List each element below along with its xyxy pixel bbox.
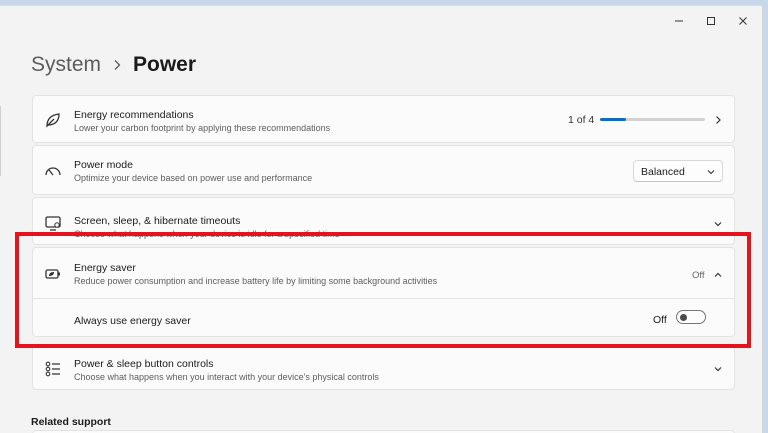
chevron-down-icon [706,167,716,177]
chevron-down-icon [713,364,723,374]
speedometer-icon [44,162,62,180]
close-button[interactable] [728,10,758,32]
energy-recommendations-card[interactable]: Energy recommendations Lower your carbon… [32,95,735,143]
minimize-button[interactable] [664,10,694,32]
close-icon [739,17,747,25]
energy-saver-status: Off [692,270,705,281]
energy-saver-title: Energy saver [74,262,136,274]
energy-saver-description: Reduce power consumption and increase ba… [74,276,438,286]
power-mode-selected: Balanced [641,166,685,178]
power-buttons-title: Power & sleep button controls [74,358,214,370]
recommendations-progress-fill [600,118,627,121]
energy-recommendations-description: Lower your carbon footprint by applying … [74,123,331,133]
recommendations-progress-bar [600,118,705,121]
page-title: Power [133,53,197,76]
always-use-energy-saver-label: Always use energy saver [74,315,191,327]
screen-sleep-description: Choose what happens when your device is … [74,229,340,239]
list-controls-icon [44,360,62,378]
monitor-sleep-icon [44,214,62,232]
nav-pane-edge [0,106,4,176]
toggle-status-text: Off [653,314,667,326]
screen-sleep-title: Screen, sleep, & hibernate timeouts [74,215,241,227]
breadcrumb-separator-icon [113,59,121,71]
chevron-down-icon [713,219,723,229]
maximize-button[interactable] [696,10,726,32]
energy-recommendations-title: Energy recommendations [74,109,194,121]
power-mode-title: Power mode [74,159,133,171]
breadcrumb: System Power [31,50,196,80]
power-buttons-card[interactable]: Power & sleep button controls Choose wha… [32,346,735,390]
power-mode-description: Optimize your device based on power use … [74,173,313,183]
breadcrumb-system[interactable]: System [31,53,101,77]
maximize-icon [707,17,715,25]
toggle-knob [680,313,687,321]
energy-saver-divider [33,298,734,299]
leaf-icon [44,111,62,129]
always-use-energy-saver-toggle[interactable] [676,310,706,324]
recommendations-progress-text: 1 of 4 [568,114,595,126]
power-mode-card: Power mode Optimize your device based on… [32,145,735,195]
chevron-right-icon [713,115,723,125]
related-support-heading: Related support [31,416,111,428]
battery-saver-icon [44,265,62,283]
power-mode-dropdown[interactable]: Balanced [633,160,723,182]
energy-saver-card: Energy saver Reduce power consumption an… [32,247,735,337]
settings-window: System Power Energy recommendations Lowe… [0,5,763,433]
chevron-up-icon[interactable] [713,270,723,280]
power-buttons-description: Choose what happens when you interact wi… [74,372,379,382]
screen-sleep-card[interactable]: Screen, sleep, & hibernate timeouts Choo… [32,197,735,245]
minimize-icon [675,20,683,22]
